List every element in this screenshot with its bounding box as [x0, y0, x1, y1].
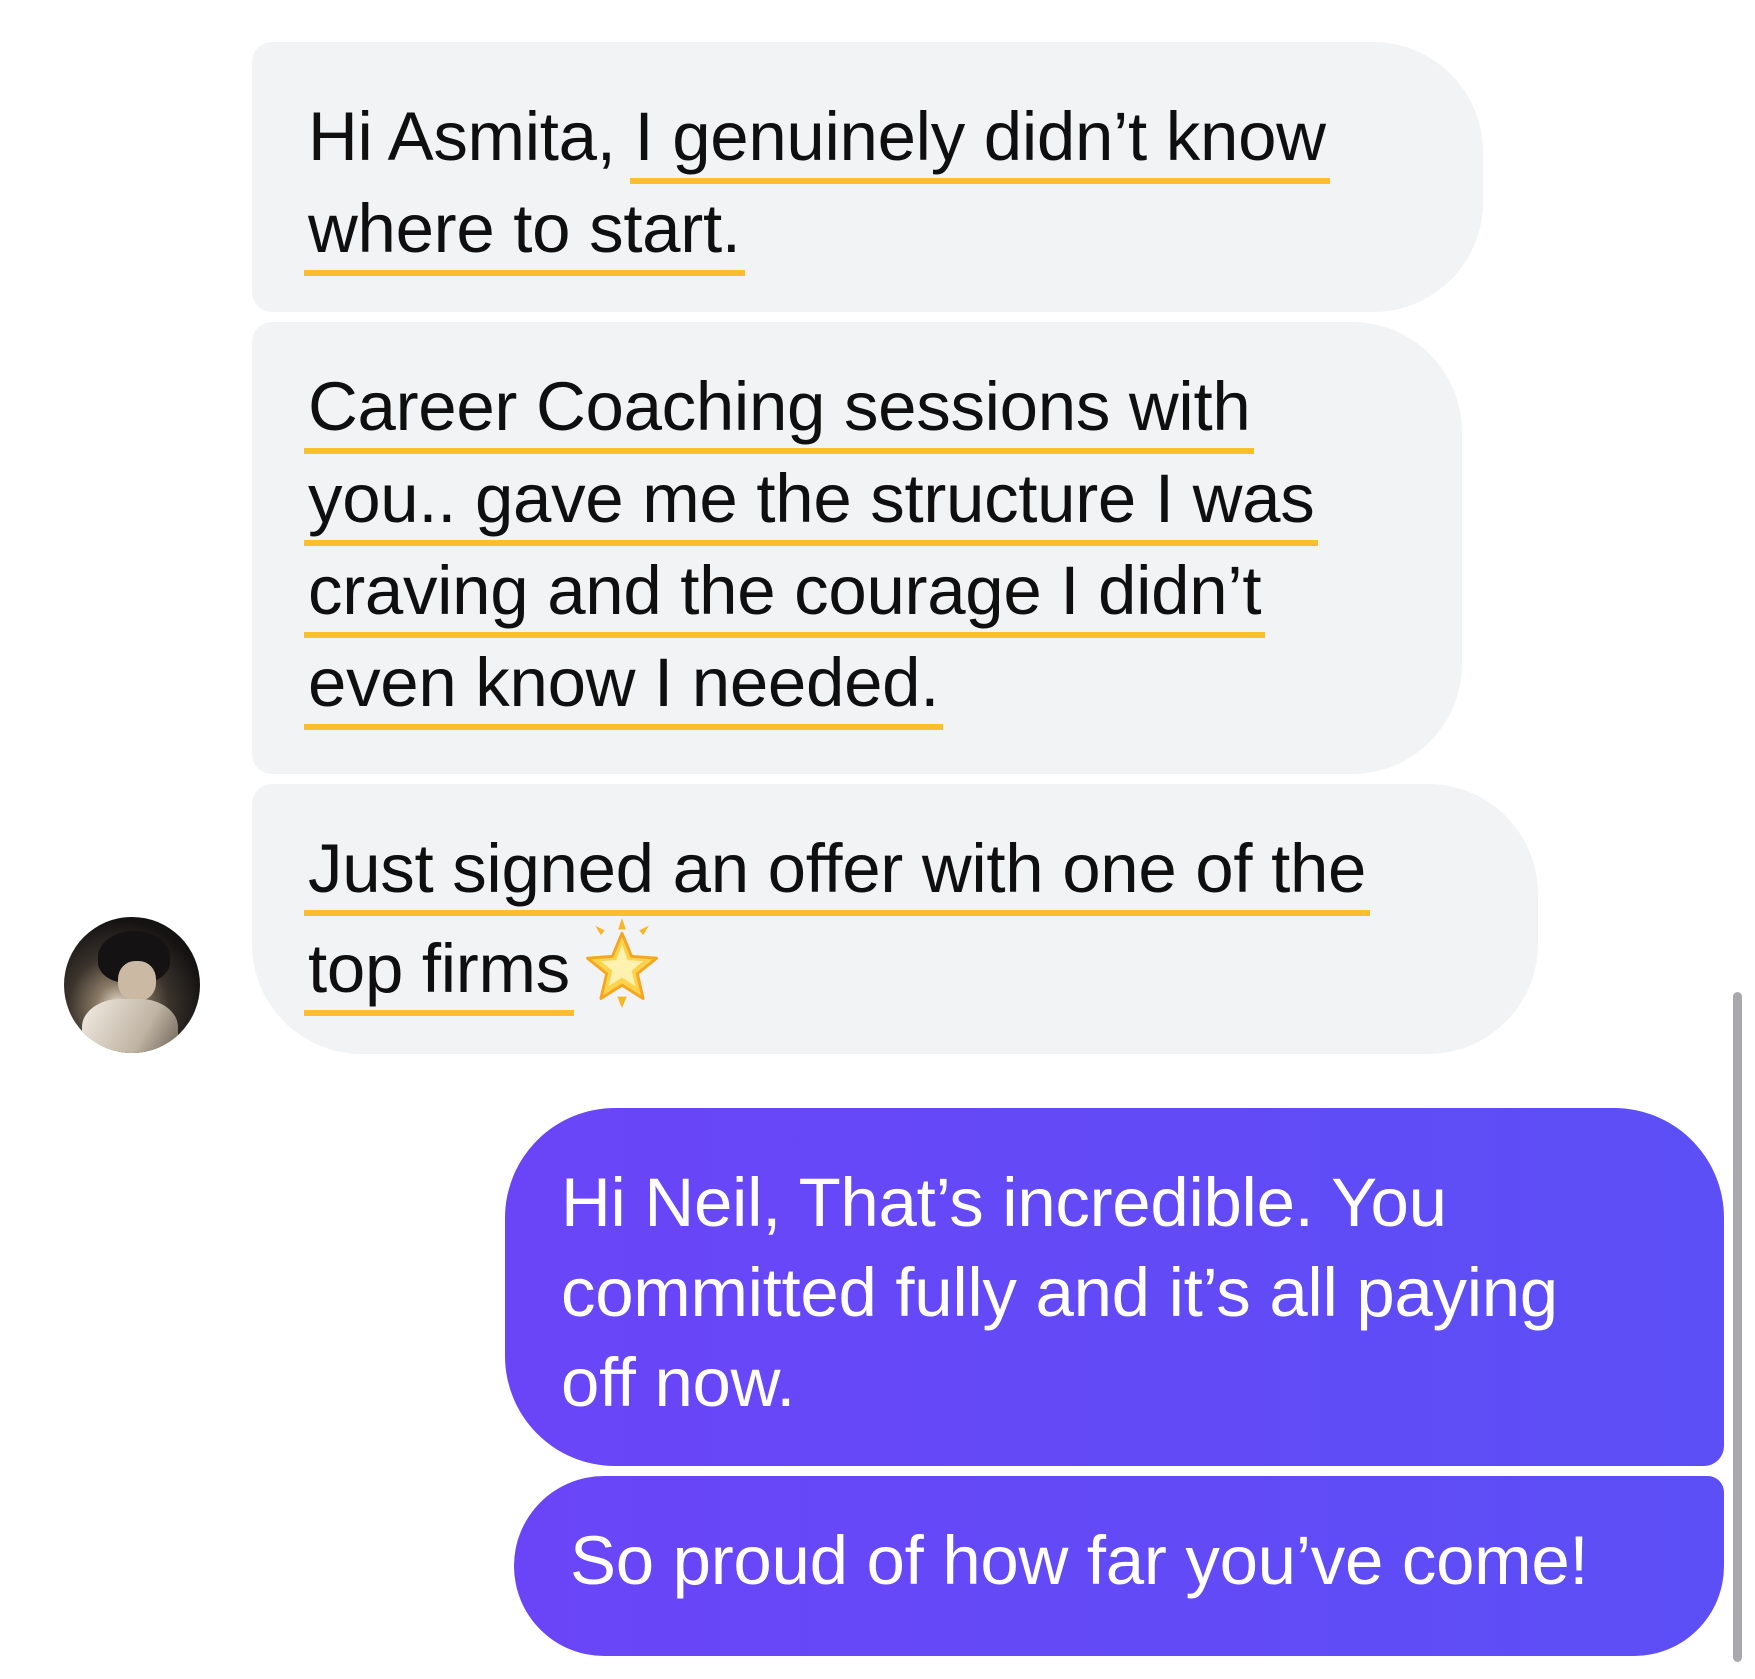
outgoing-message[interactable]: So proud of how far you’ve come! — [514, 1476, 1724, 1656]
avatar-face — [118, 961, 156, 1001]
highlighted-text: I genuinely didn’t know — [630, 96, 1330, 184]
message-line: top firms — [304, 916, 1498, 1016]
message-line: Just signed an offer with one of the — [304, 824, 1498, 916]
highlighted-text: Just signed an offer with one of the — [304, 828, 1371, 916]
highlighted-text: craving and the courage I didn’t — [304, 550, 1266, 638]
avatar-body — [82, 999, 178, 1053]
highlighted-text: you.. gave me the structure I was — [304, 458, 1319, 546]
glowing-star-icon — [585, 917, 658, 1009]
message-line: off now. — [561, 1344, 796, 1421]
scrollbar[interactable] — [1733, 992, 1742, 1662]
message-line: Career Coaching sessions with — [304, 362, 1422, 454]
avatar[interactable] — [64, 917, 200, 1053]
incoming-message[interactable]: Hi Asmita, I genuinely didn’t know where… — [252, 42, 1483, 312]
message-line: where to start. — [304, 184, 1443, 276]
highlighted-text: even know I needed. — [304, 642, 944, 730]
highlighted-text: top firms — [304, 928, 574, 1016]
message-line: even know I needed. — [304, 638, 1422, 730]
message-line: So proud of how far you’ve come! — [570, 1522, 1589, 1599]
highlighted-text: Career Coaching sessions with — [304, 366, 1255, 454]
message-line: Hi Asmita, I genuinely didn’t know — [308, 92, 1443, 184]
message-line: Hi Neil, That’s incredible. You — [561, 1164, 1447, 1241]
chat-thread: Hi Asmita, I genuinely didn’t know where… — [0, 0, 1755, 1679]
incoming-message[interactable]: Career Coaching sessions with you.. gave… — [252, 322, 1462, 774]
message-line: you.. gave me the structure I was — [304, 454, 1422, 546]
message-line: craving and the courage I didn’t — [304, 546, 1422, 638]
highlighted-text: where to start. — [304, 188, 745, 276]
message-line: committed fully and it’s all paying — [561, 1254, 1558, 1331]
outgoing-message[interactable]: Hi Neil, That’s incredible. You committe… — [505, 1108, 1724, 1466]
incoming-message[interactable]: Just signed an offer with one of the top… — [252, 784, 1538, 1054]
